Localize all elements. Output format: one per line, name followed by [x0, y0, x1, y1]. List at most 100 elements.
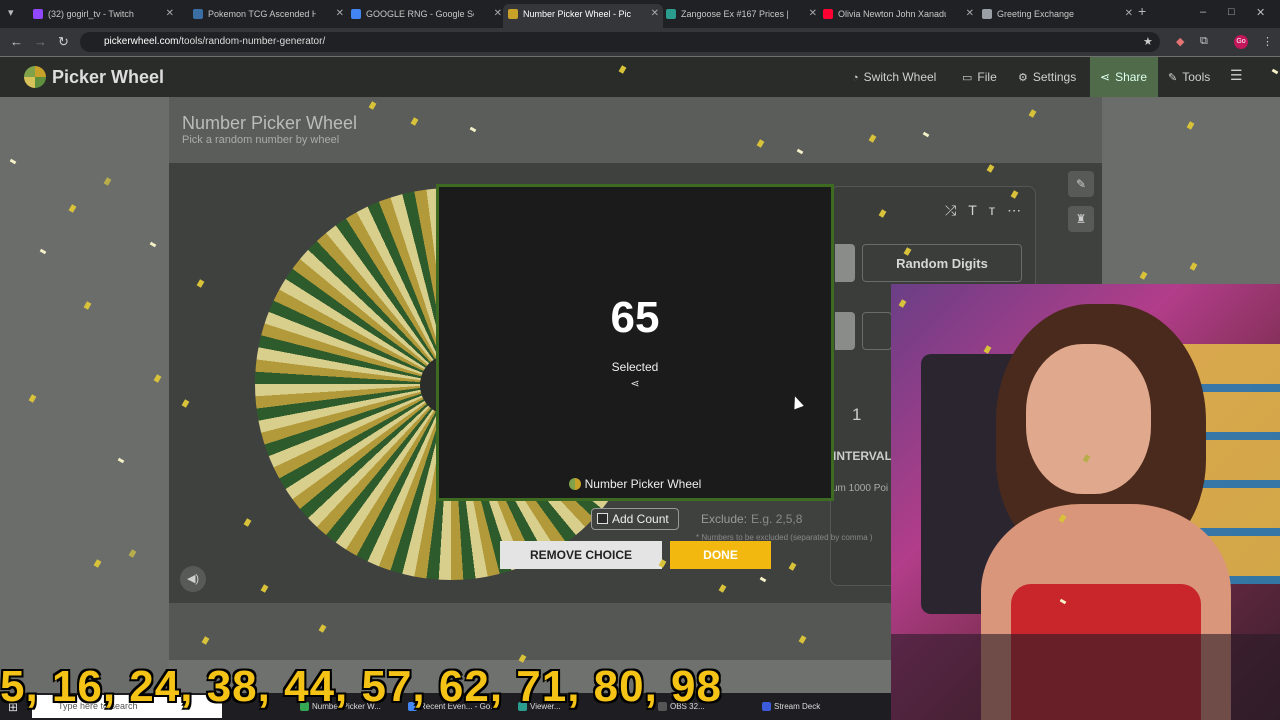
more-options-icon[interactable]: ⋯ [1007, 202, 1033, 218]
modal-brand: Number Picker Wheel [439, 477, 831, 491]
share-result-icon[interactable]: ⋖ [439, 377, 831, 390]
site-header: Picker Wheel ◔ Switch Wheel ▭ File ⚙ Settin… [0, 57, 1280, 97]
picker-wheel-icon [508, 9, 518, 19]
modal-brand-text: Number Picker Wheel [584, 477, 702, 491]
selected-label: Selected [611, 360, 659, 374]
close-tab-icon[interactable]: ✕ [1125, 4, 1133, 24]
browser-tab[interactable]: Zangoose Ex #167 Prices | Pok ✕ [661, 4, 821, 24]
browser-tab-title: Zangoose Ex #167 Prices | Pok [681, 9, 789, 19]
tab-search-icon[interactable]: ▾ [8, 6, 14, 19]
url-host: pickerwheel.com [104, 36, 179, 47]
selected-number: 65 [610, 293, 660, 342]
bookmark-star-icon[interactable]: ★ [1143, 35, 1153, 48]
nav-switch-wheel-label: Switch Wheel [863, 70, 937, 84]
globe-icon [982, 9, 992, 19]
browser-tab-title: Olivia Newton John Xanadu Or [838, 9, 946, 19]
youtube-icon [823, 9, 833, 19]
page-title: Number Picker Wheel [182, 113, 358, 133]
browser-tab[interactable]: (32) gogirl_tv - Twitch ✕ [28, 4, 178, 24]
close-tab-icon[interactable]: ✕ [336, 4, 344, 24]
content-lower-band [169, 603, 891, 660]
browser-tab-title: Number Picker Wheel - Pick Ra [523, 9, 631, 19]
minimize-icon[interactable]: – [1200, 6, 1206, 18]
browser-tab-title: Pokemon TCG Ascended Heroe [208, 9, 316, 19]
add-count-label: Add Count [612, 512, 669, 526]
screen: ▾ (32) gogirl_tv - Twitch ✕ Pokemon TCG As… [0, 0, 1280, 720]
maximize-icon[interactable]: □ [1228, 6, 1235, 18]
sound-toggle-icon[interactable]: ◀) [180, 566, 206, 592]
switch-wheel-icon: ◔ [852, 72, 859, 84]
page-left-margin [0, 97, 169, 720]
number-range-field[interactable] [862, 312, 892, 350]
page-subtitle: Pick a random number by wheel [182, 134, 340, 146]
share-label: Share [1115, 70, 1148, 84]
share-button[interactable]: ⋖ Share [1090, 57, 1158, 97]
exclude-field[interactable]: Exclude: E.g. 2,5,8 [696, 508, 891, 530]
panel-tab-handle[interactable] [835, 312, 855, 350]
picker-wheel-logo-icon[interactable] [24, 66, 46, 88]
browser-tab[interactable]: Pokemon TCG Ascended Heroe ✕ [188, 4, 348, 24]
webcam-overlay [891, 284, 1280, 720]
shuffle-icon[interactable]: ⤮ [945, 202, 968, 218]
new-tab-icon[interactable]: + [1138, 3, 1146, 19]
pricecharting-icon [666, 9, 676, 19]
folder-icon: ▭ [962, 72, 973, 84]
nav-tools-label: Tools [1182, 70, 1211, 84]
close-window-icon[interactable]: ✕ [1256, 6, 1265, 19]
done-button[interactable]: DONE [670, 541, 771, 569]
edit-icon[interactable]: ✎ [1068, 171, 1094, 197]
browser-tab-title: GOOGLE RNG - Google Search [366, 9, 474, 19]
nav-switch-wheel[interactable]: ◔ Switch Wheel [852, 70, 936, 84]
google-icon [351, 9, 361, 19]
url-path: /tools/random-number-generator/ [178, 36, 326, 47]
interval-value[interactable]: 1 [852, 405, 861, 425]
panel-tab-handle[interactable] [835, 244, 855, 282]
picker-wheel-logo-icon [568, 478, 581, 490]
share-icon: ⋖ [1100, 70, 1111, 84]
trophy-icon[interactable]: ♜ [1068, 206, 1094, 232]
result-modal: 65 Selected ⋖ Number Picker Wheel [436, 184, 834, 501]
browser-tab[interactable]: Greeting Exchange ✕ [977, 4, 1137, 24]
reload-icon[interactable]: ↻ [58, 34, 69, 50]
browser-menu-icon[interactable]: ⋮ [1262, 35, 1273, 48]
profile-avatar[interactable]: Go [1234, 35, 1248, 49]
add-count-checkbox[interactable]: Add Count [591, 508, 679, 530]
nav-settings[interactable]: ⚙ Settings [1018, 70, 1076, 84]
browser-tab-title: Greeting Exchange [997, 9, 1075, 19]
extension-icon[interactable]: ◆ [1176, 35, 1184, 48]
random-digits-button[interactable]: Random Digits [862, 244, 1022, 282]
maximum-hint: um 1000 Poi [832, 483, 889, 494]
close-tab-icon[interactable]: ✕ [966, 4, 974, 24]
site-logo-text[interactable]: Picker Wheel [52, 67, 164, 88]
browser-tab[interactable]: GOOGLE RNG - Google Search ✕ [346, 4, 506, 24]
hamburger-menu-icon[interactable]: ☰ [1230, 67, 1243, 84]
nav-tools[interactable]: ✎ Tools [1168, 70, 1210, 84]
extensions-puzzle-icon[interactable]: ⧉ [1200, 35, 1208, 48]
twitch-icon [33, 9, 43, 19]
browser-tab[interactable]: Number Picker Wheel - Pick Ra ✕ [503, 4, 663, 28]
close-tab-icon[interactable]: ✕ [166, 4, 174, 24]
browser-toolbar: ← → ↻ pickerwheel.com/tools/random-numbe… [0, 28, 1280, 56]
webcam-person-face [1026, 344, 1151, 494]
gear-icon: ⚙ [1018, 72, 1028, 84]
nav-file-label: File [977, 70, 997, 84]
back-icon[interactable]: ← [10, 34, 23, 49]
forward-icon[interactable]: → [34, 34, 47, 49]
browser-tab-bar: ▾ (32) gogirl_tv - Twitch ✕ Pokemon TCG As… [0, 0, 1280, 28]
remove-choice-button[interactable]: REMOVE CHOICE [500, 541, 662, 569]
checkbox-icon [597, 513, 608, 524]
panel-toolbar: ⤮Tт⋯ [945, 202, 1033, 219]
text-size-icon[interactable]: Tт [968, 202, 1007, 218]
address-bar[interactable]: pickerwheel.com/tools/random-number-gene… [80, 32, 1160, 52]
exclude-placeholder: E.g. 2,5,8 [751, 512, 803, 526]
nav-settings-label: Settings [1032, 70, 1077, 84]
tcg-icon [193, 9, 203, 19]
browser-tab-title: (32) gogirl_tv - Twitch [48, 9, 134, 19]
close-tab-icon[interactable]: ✕ [494, 4, 502, 24]
nav-file[interactable]: ▭ File [962, 70, 997, 84]
close-tab-icon[interactable]: ✕ [809, 4, 817, 24]
browser-tab[interactable]: Olivia Newton John Xanadu Or ✕ [818, 4, 978, 24]
close-tab-icon[interactable]: ✕ [651, 4, 659, 24]
picked-numbers-overlay: 5, 16, 24, 38, 44, 57, 62, 71, 80, 98 [0, 662, 722, 711]
wrench-icon: ✎ [1168, 72, 1178, 84]
